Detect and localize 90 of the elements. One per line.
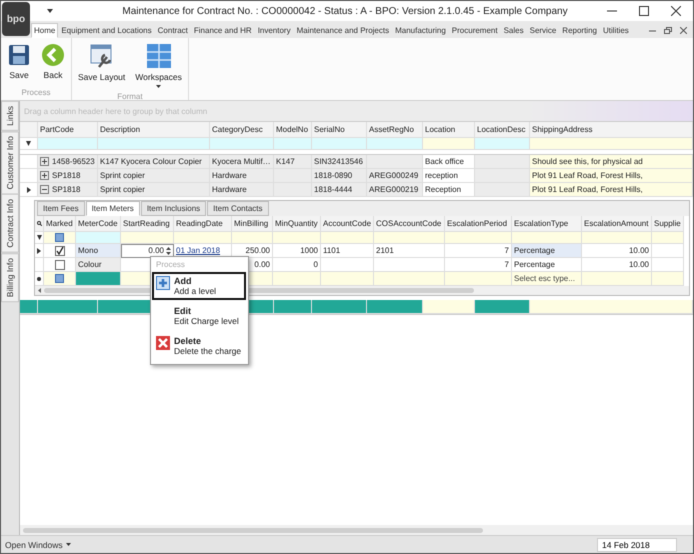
column-header[interactable]: StartReading bbox=[121, 216, 174, 232]
menu-item[interactable]: Delete Delete the charge bbox=[152, 332, 246, 360]
ribbon-tab[interactable]: Finance and HR bbox=[190, 23, 255, 38]
table-cell: 1818-4444 bbox=[312, 183, 367, 197]
table-cell: reception bbox=[423, 169, 475, 183]
table-cell: Hardware bbox=[210, 183, 274, 197]
spin-field[interactable]: 0.00 bbox=[121, 244, 174, 258]
ribbon-tab[interactable]: Service bbox=[526, 23, 560, 38]
app-logo: bpo bbox=[2, 2, 30, 36]
column-header[interactable]: AccountCode bbox=[321, 216, 374, 232]
table-cell: SP1818 bbox=[38, 183, 98, 197]
table-cell: Sprint copier bbox=[98, 183, 210, 197]
column-header[interactable]: ModelNo bbox=[274, 122, 312, 138]
table-cell: 1000 bbox=[273, 244, 321, 258]
table-cell: SP1818 bbox=[38, 169, 98, 183]
side-tab[interactable]: Links bbox=[1, 101, 19, 131]
column-header[interactable]: COSAccountCode bbox=[374, 216, 445, 232]
table-cell: Plot 91 Leaf Road, Forest Hills, bbox=[530, 169, 693, 183]
ribbon-button[interactable]: Workspaces bbox=[132, 41, 185, 90]
table-cell: Reception bbox=[423, 183, 475, 197]
ribbon-tab[interactable]: Equipment and Locations bbox=[58, 23, 155, 38]
group-label: Format bbox=[117, 91, 143, 103]
table-cell: 10.00 bbox=[582, 258, 652, 272]
table-cell: Percentage bbox=[512, 258, 582, 272]
column-header[interactable]: EscalationPeriod bbox=[445, 216, 512, 232]
table-cell: Back office bbox=[423, 155, 475, 169]
table-cell: 0 bbox=[273, 258, 321, 272]
column-header[interactable]: PartCode bbox=[38, 122, 98, 138]
ribbon-button[interactable]: Back bbox=[38, 41, 68, 86]
column-header[interactable]: CategoryDesc bbox=[210, 122, 274, 138]
date-field[interactable]: 14 Feb 2018 bbox=[597, 538, 677, 552]
table-cell: AREG000219 bbox=[367, 183, 423, 197]
table-cell: 1458-96523 bbox=[38, 155, 98, 169]
ribbon-tab[interactable]: Home bbox=[31, 23, 58, 38]
table-cell: Should see this, for physical ad bbox=[530, 155, 693, 169]
column-header[interactable]: ShippingAddress bbox=[530, 122, 693, 138]
column-header[interactable]: AssetRegNo bbox=[367, 122, 423, 138]
menu-header: Process bbox=[155, 259, 186, 271]
table-cell: SIN32413546 bbox=[312, 155, 367, 169]
group-label: Process bbox=[22, 87, 50, 99]
ribbon-tab[interactable]: Utilities bbox=[600, 23, 632, 38]
table-cell: Plot 91 Leaf Road, Forest Hills, bbox=[530, 183, 693, 197]
detail-tab[interactable]: Item Fees bbox=[37, 201, 85, 216]
column-header[interactable]: MinQuantity bbox=[273, 216, 321, 232]
column-header[interactable]: EscalationType bbox=[512, 216, 582, 232]
ribbon-tab[interactable]: Procurement bbox=[448, 23, 501, 38]
ribbon-tab[interactable]: Contract bbox=[154, 23, 191, 38]
table-cell: 10.00 bbox=[582, 244, 652, 258]
table-cell: K147 bbox=[274, 155, 312, 169]
menu-item[interactable]: Add Add a level bbox=[152, 272, 246, 300]
ribbon-button[interactable]: Save Layout bbox=[75, 41, 128, 90]
column-header[interactable]: LocationDesc bbox=[475, 122, 530, 138]
column-header[interactable]: Supplie bbox=[652, 216, 684, 232]
column-header[interactable]: Description bbox=[98, 122, 210, 138]
column-header[interactable]: EscalationAmount bbox=[582, 216, 652, 232]
column-header[interactable]: Location bbox=[423, 122, 475, 138]
ribbon-tab[interactable]: Maintenance and Projects bbox=[294, 23, 392, 38]
table-cell: 7 bbox=[445, 244, 512, 258]
menu-item[interactable]: Edit Edit Charge level bbox=[152, 302, 246, 330]
column-header[interactable]: ReadingDate bbox=[174, 216, 232, 232]
detail-tab[interactable]: Item Contacts bbox=[207, 201, 269, 216]
table-cell: Percentage bbox=[512, 244, 582, 258]
table-cell: Select esc type... bbox=[512, 272, 582, 286]
window-title: Maintenance for Contract No. : CO0000042 - Status : A - BPO: Version 2.1.0.45 - Example Company bbox=[121, 6, 569, 16]
column-header[interactable]: SerialNo bbox=[312, 122, 367, 138]
table-cell: Colour bbox=[76, 258, 121, 272]
table-cell: 2101 bbox=[374, 244, 445, 258]
column-header[interactable]: MinBilling bbox=[232, 216, 273, 232]
side-tab[interactable]: Billing Info bbox=[1, 252, 19, 302]
ribbon-tab[interactable]: Manufacturing bbox=[392, 23, 449, 38]
table-cell: Sprint copier bbox=[98, 169, 210, 183]
detail-tab[interactable]: Item Inclusions bbox=[140, 201, 206, 216]
ribbon-tab[interactable]: Reporting bbox=[559, 23, 600, 38]
column-header[interactable]: Marked bbox=[44, 216, 76, 232]
table-cell: AREG000249 bbox=[367, 169, 423, 183]
open-windows-button[interactable]: Open Windows bbox=[5, 540, 71, 550]
table-cell: Kyocera Multif… bbox=[210, 155, 274, 169]
ribbon-tab[interactable]: Sales bbox=[500, 23, 527, 38]
table-cell: Hardware bbox=[210, 169, 274, 183]
ribbon-tab[interactable]: Inventory bbox=[254, 23, 294, 38]
table-cell: 1818-0890 bbox=[312, 169, 367, 183]
side-tab[interactable]: Contract Info bbox=[1, 194, 19, 253]
side-tab[interactable]: Customer Info bbox=[1, 130, 19, 194]
ribbon-button[interactable]: Save bbox=[4, 41, 34, 86]
table-cell: Mono bbox=[76, 244, 121, 258]
table-cell: 1101 bbox=[321, 244, 374, 258]
table-cell: K147 Kyocera Colour Copier bbox=[98, 155, 210, 169]
detail-tab[interactable]: Item Meters bbox=[86, 201, 140, 216]
table-cell: 7 bbox=[445, 258, 512, 272]
column-header[interactable]: MeterCode bbox=[76, 216, 121, 232]
